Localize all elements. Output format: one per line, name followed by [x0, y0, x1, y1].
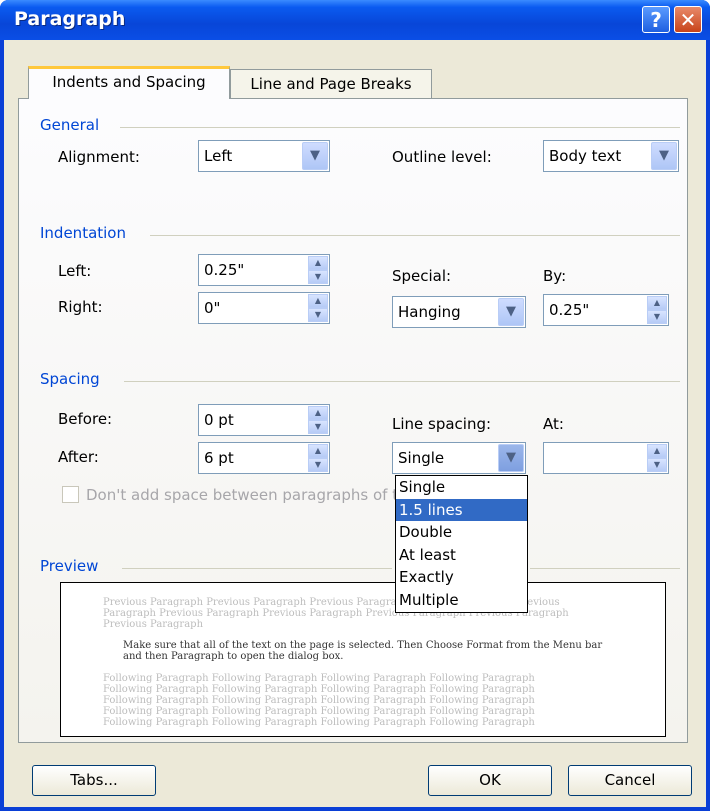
- spinner-arrows-icon[interactable]: ▲ ▼: [647, 444, 667, 472]
- line-spacing-select[interactable]: Single ▼: [392, 442, 526, 474]
- at-label: At:: [543, 415, 564, 433]
- general-divider: [120, 127, 680, 128]
- option-at-least[interactable]: At least: [396, 544, 527, 567]
- right-indent-label: Right:: [58, 298, 103, 316]
- tabs-button[interactable]: Tabs...: [32, 765, 156, 796]
- left-indent-field[interactable]: 0.25" ▲ ▼: [198, 254, 330, 286]
- section-spacing: Spacing: [40, 370, 100, 388]
- before-label: Before:: [58, 410, 113, 428]
- option-multiple[interactable]: Multiple: [396, 589, 527, 612]
- preview-current-text: Make sure that all of the text on the pa…: [123, 640, 603, 662]
- chevron-down-icon[interactable]: ▼: [302, 142, 328, 170]
- by-label: By:: [543, 267, 567, 285]
- dont-add-space-checkbox[interactable]: [62, 486, 79, 503]
- spacing-divider: [124, 381, 680, 382]
- section-preview: Preview: [40, 557, 99, 575]
- title-bar[interactable]: Paragraph ? ✕: [0, 0, 710, 40]
- spinner-arrows-icon[interactable]: ▲ ▼: [647, 296, 667, 324]
- section-indentation: Indentation: [40, 224, 126, 242]
- chevron-down-icon[interactable]: ▼: [498, 298, 524, 326]
- chevron-down-icon[interactable]: ▼: [498, 444, 524, 472]
- special-label: Special:: [392, 267, 452, 285]
- option-single[interactable]: Single: [396, 476, 527, 499]
- spinner-arrows-icon[interactable]: ▲ ▼: [308, 256, 328, 284]
- special-select[interactable]: Hanging ▼: [392, 296, 526, 328]
- at-field[interactable]: ▲ ▼: [543, 442, 669, 474]
- spinner-arrows-icon[interactable]: ▲ ▼: [308, 444, 328, 472]
- by-field[interactable]: 0.25" ▲ ▼: [543, 294, 669, 326]
- option-double[interactable]: Double: [396, 521, 527, 544]
- tab-line-and-page-breaks[interactable]: Line and Page Breaks: [230, 69, 432, 99]
- after-label: After:: [58, 448, 99, 466]
- line-spacing-label: Line spacing:: [392, 415, 492, 433]
- line-spacing-options[interactable]: Single 1.5 lines Double At least Exactly…: [395, 475, 528, 613]
- ok-button[interactable]: OK: [428, 765, 552, 796]
- tab-indents-and-spacing[interactable]: Indents and Spacing: [28, 66, 230, 99]
- section-general: General: [40, 116, 100, 134]
- chevron-down-icon[interactable]: ▼: [651, 142, 677, 170]
- spinner-arrows-icon[interactable]: ▲ ▼: [308, 294, 328, 322]
- dialog-title: Paragraph: [14, 8, 126, 30]
- preview-box: Previous Paragraph Previous Paragraph Pr…: [60, 582, 666, 737]
- outline-level-select[interactable]: Body text ▼: [543, 140, 679, 172]
- preview-following-text: Following Paragraph Following Paragraph …: [103, 673, 535, 728]
- option-1-5-lines[interactable]: 1.5 lines: [396, 498, 527, 521]
- right-indent-field[interactable]: 0" ▲ ▼: [198, 292, 330, 324]
- spinner-arrows-icon[interactable]: ▲ ▼: [308, 406, 328, 434]
- indentation-divider: [150, 235, 680, 236]
- before-field[interactable]: 0 pt ▲ ▼: [198, 404, 330, 436]
- preview-divider-right: [530, 568, 680, 569]
- close-button[interactable]: ✕: [674, 6, 702, 33]
- help-button[interactable]: ?: [642, 6, 670, 33]
- alignment-label: Alignment:: [58, 148, 140, 166]
- left-indent-label: Left:: [58, 262, 92, 280]
- alignment-select[interactable]: Left ▼: [198, 140, 330, 172]
- after-field[interactable]: 6 pt ▲ ▼: [198, 442, 330, 474]
- option-exactly[interactable]: Exactly: [396, 566, 527, 589]
- outline-level-label: Outline level:: [392, 148, 492, 166]
- preview-divider: [122, 568, 392, 569]
- cancel-button[interactable]: Cancel: [568, 765, 692, 796]
